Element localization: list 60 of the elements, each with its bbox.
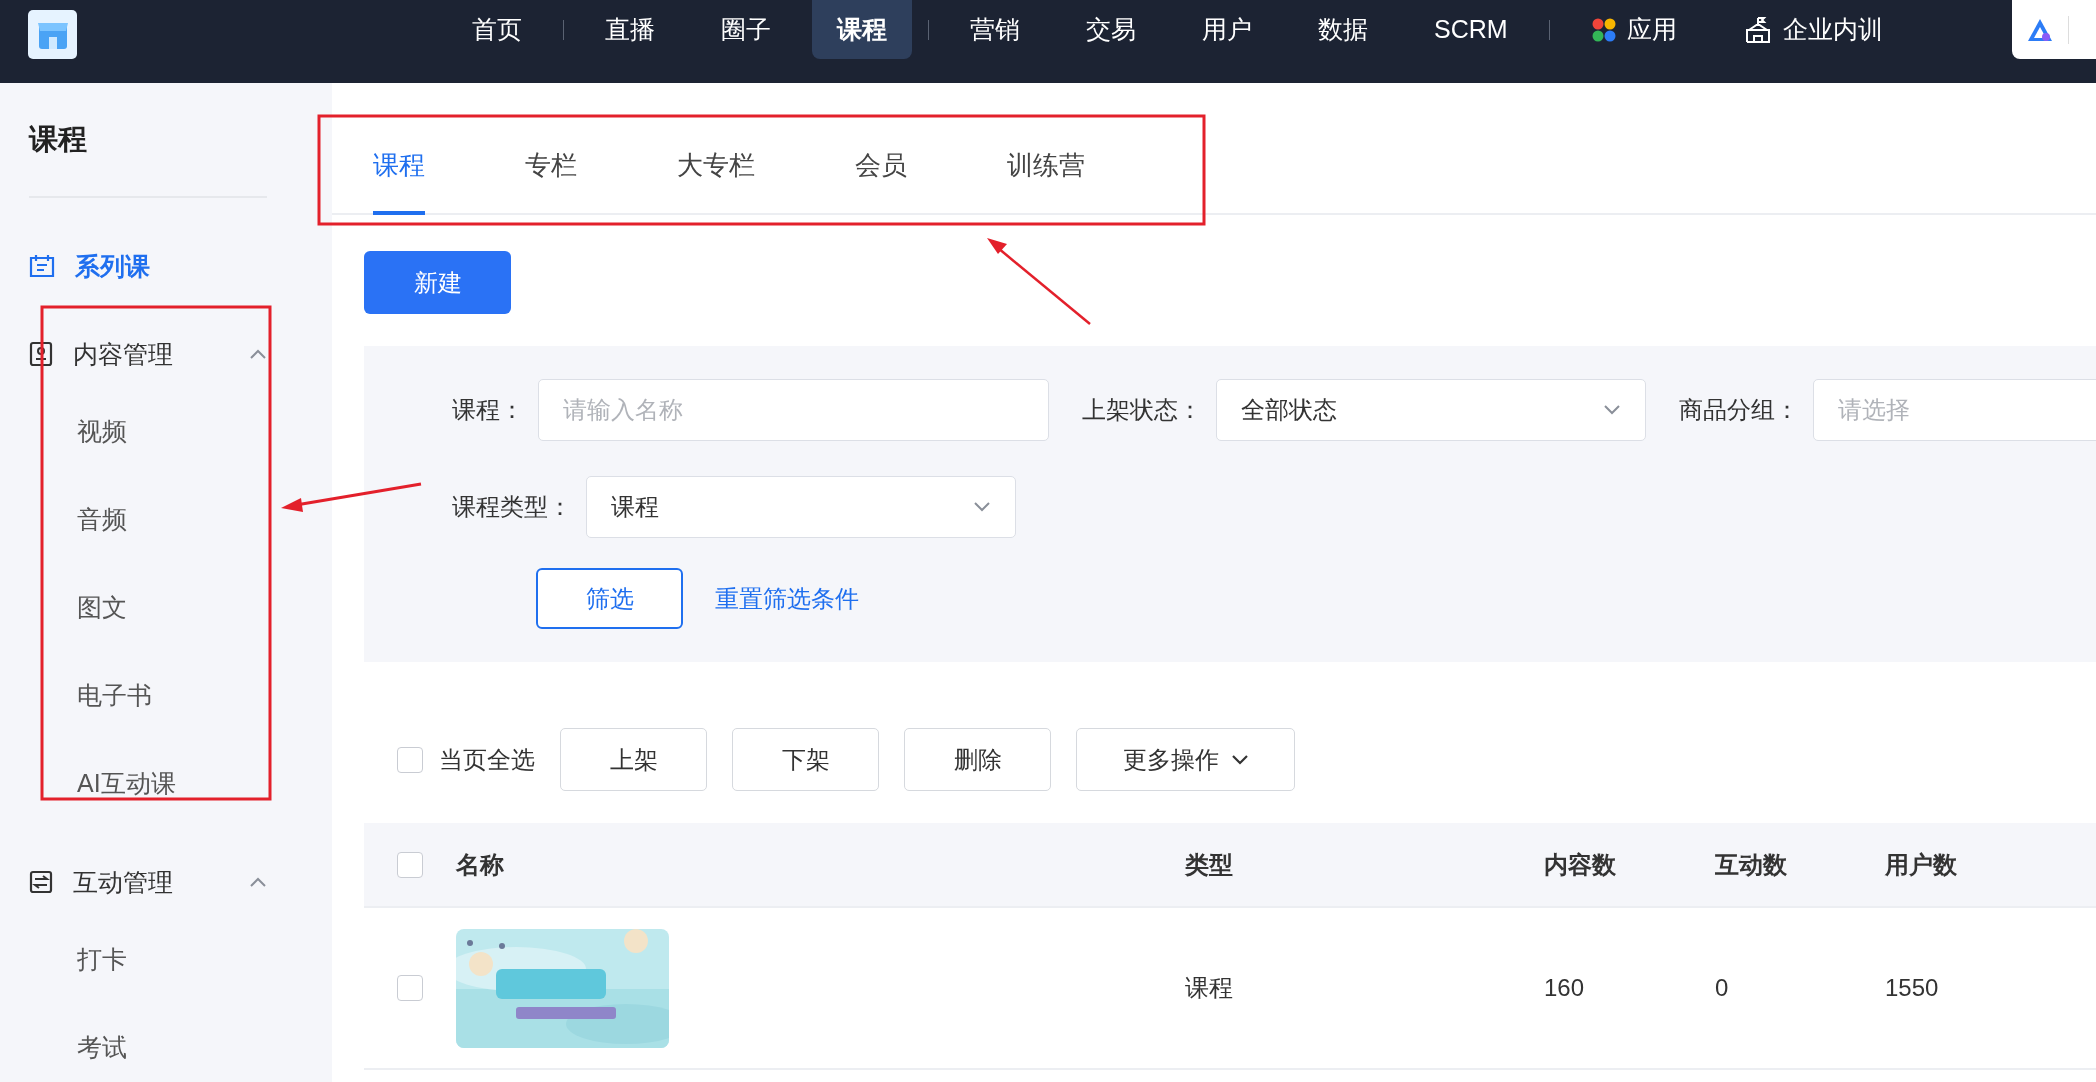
table-cell: 0 bbox=[1715, 974, 1729, 1002]
action-button[interactable]: 下架 bbox=[732, 728, 879, 791]
input-field[interactable]: 请选择 bbox=[1813, 379, 2096, 441]
nav-item[interactable]: 用户 bbox=[1177, 0, 1277, 59]
checkbox-label: 当页全选 bbox=[439, 744, 535, 775]
table-cell: 160 bbox=[1544, 974, 1585, 1002]
chevron-icon bbox=[1603, 404, 1621, 416]
sidebar-item[interactable]: 音频 bbox=[29, 475, 267, 563]
swap-icon bbox=[29, 870, 53, 894]
nav-item[interactable]: 课程 bbox=[812, 0, 912, 59]
tab[interactable]: 大专栏 bbox=[677, 148, 755, 215]
filter-button[interactable]: 筛选 bbox=[536, 568, 683, 629]
nav-item[interactable]: 直播 bbox=[580, 0, 680, 59]
action-button[interactable]: 删除 bbox=[904, 728, 1051, 791]
more-actions-button[interactable]: 更多操作 bbox=[1076, 728, 1295, 791]
column-header: 内容数 bbox=[1544, 849, 1616, 880]
nav-item[interactable]: 首页 bbox=[447, 0, 547, 59]
nav-item[interactable]: 交易 bbox=[1061, 0, 1161, 59]
reset-link[interactable]: 重置筛选条件 bbox=[715, 582, 859, 615]
tab[interactable]: 专栏 bbox=[525, 148, 577, 215]
nav-item[interactable]: 数据 bbox=[1293, 0, 1393, 59]
sidebar-item[interactable]: 电子书 bbox=[29, 651, 267, 739]
column-header: 用户数 bbox=[1885, 849, 1957, 880]
checkbox[interactable] bbox=[397, 851, 423, 878]
sidebar-title: 课程 bbox=[29, 121, 88, 157]
apps-icon bbox=[1590, 16, 1617, 43]
sidebar-item[interactable]: 系列课 bbox=[29, 222, 267, 310]
table-cell: 1550 bbox=[1885, 974, 1939, 1002]
select-field[interactable]: 全部状态 bbox=[1216, 379, 1646, 441]
new-button[interactable]: 新建 bbox=[364, 251, 511, 314]
checkbox[interactable] bbox=[397, 975, 423, 1001]
sidebar-item[interactable]: 考试 bbox=[29, 1003, 267, 1082]
chevron-icon bbox=[1230, 753, 1249, 766]
document-icon bbox=[29, 341, 53, 367]
tab[interactable]: 课程 bbox=[373, 148, 425, 215]
logo-icon[interactable] bbox=[28, 10, 77, 59]
calendar-icon bbox=[29, 254, 55, 278]
nav-item[interactable]: 营销 bbox=[945, 0, 1045, 59]
nav-item[interactable]: 圈子 bbox=[696, 0, 796, 59]
checkbox[interactable] bbox=[397, 746, 423, 773]
column-header: 类型 bbox=[1185, 849, 1233, 880]
column-header: 互动数 bbox=[1715, 849, 1787, 880]
column-header: 名称 bbox=[456, 849, 504, 880]
sidebar-item[interactable]: AI互动课 bbox=[29, 739, 267, 827]
nav-item[interactable]: 应用 bbox=[1565, 0, 1702, 59]
select-field[interactable]: 课程 bbox=[586, 476, 1016, 538]
field-label: 商品分组： bbox=[1679, 395, 1799, 425]
action-button[interactable]: 上架 bbox=[560, 728, 707, 791]
tab[interactable]: 会员 bbox=[855, 148, 907, 215]
sidebar-item[interactable]: 图文 bbox=[29, 563, 267, 651]
field-label: 课程类型： bbox=[452, 492, 572, 522]
chevron-icon bbox=[973, 501, 991, 513]
tab[interactable]: 训练营 bbox=[1007, 148, 1085, 215]
nav-item[interactable]: SCRM bbox=[1409, 0, 1533, 59]
input-field[interactable]: 请输入名称 bbox=[538, 379, 1049, 441]
brand-card[interactable] bbox=[2012, 0, 2096, 59]
nav-item[interactable]: 企业内训 bbox=[1717, 0, 1908, 59]
field-label: 上架状态： bbox=[1082, 395, 1202, 425]
table-cell-text: 课程 bbox=[1185, 973, 1233, 1003]
field-label: 课程： bbox=[452, 395, 524, 425]
